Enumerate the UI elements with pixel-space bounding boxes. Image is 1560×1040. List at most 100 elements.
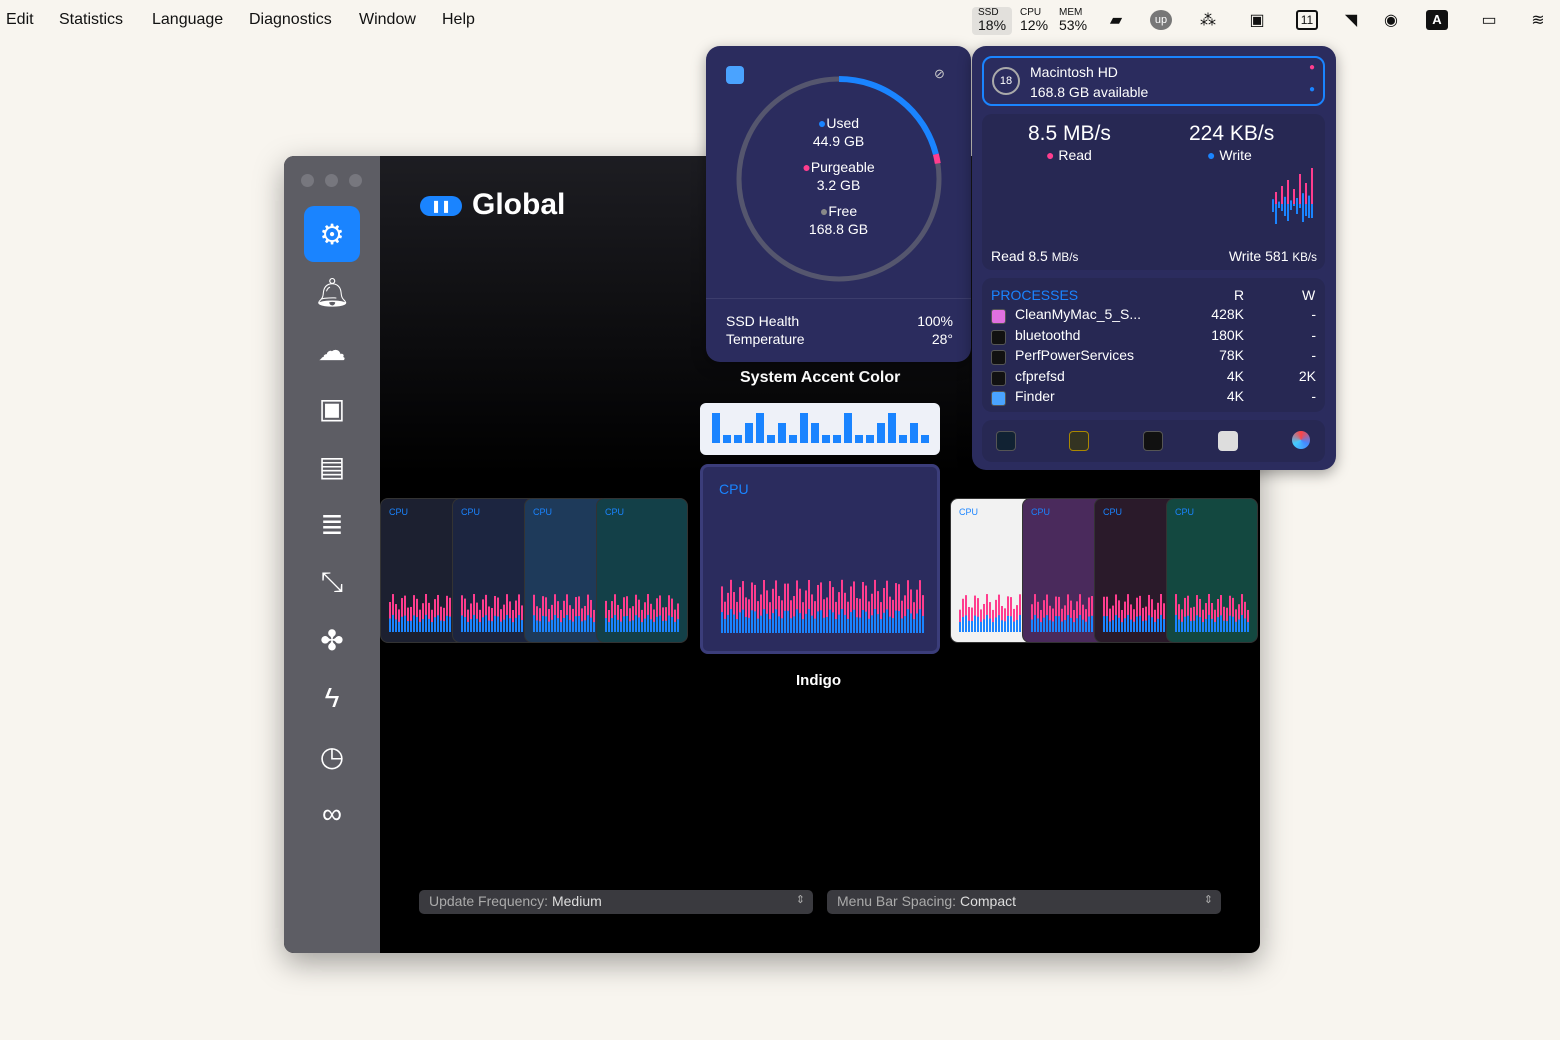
bar: [802, 619, 804, 633]
write-bar: [1302, 204, 1304, 222]
bar: [986, 614, 988, 632]
sidebar-item-network[interactable]: ⤡: [304, 554, 360, 610]
terminal-icon[interactable]: [1143, 431, 1163, 451]
disk-selector[interactable]: 18 Macintosh HD 168.8 GB available ● ●: [982, 56, 1325, 106]
sidebar-item-memory[interactable]: ▤: [304, 438, 360, 494]
bar: [473, 614, 475, 632]
process-write: -: [1311, 347, 1316, 363]
app-up-icon[interactable]: up: [1150, 10, 1172, 30]
disk-utility-icon[interactable]: [1218, 431, 1238, 451]
bar: [1109, 621, 1111, 632]
process-row[interactable]: bluetoothd 180K -: [991, 327, 1316, 347]
read-bar: [1287, 180, 1289, 204]
sidebar-item-clock[interactable]: ◷: [304, 728, 360, 784]
pointer-icon[interactable]: ◥: [1340, 10, 1362, 30]
menu-diagnostics[interactable]: Diagnostics: [249, 11, 332, 29]
sidebar-item-cpu[interactable]: ▣: [304, 380, 360, 436]
bar: [668, 615, 670, 632]
theme-card[interactable]: CPU: [700, 464, 940, 654]
write-bar: [1275, 204, 1277, 224]
ssd-status[interactable]: SSD 18%: [972, 7, 1013, 35]
sidebar-item-fan[interactable]: ✤: [304, 612, 360, 668]
bar: [560, 622, 562, 632]
sidebar-item-battery[interactable]: ϟ: [304, 670, 360, 726]
cpu-status[interactable]: CPU 12%: [1020, 7, 1048, 33]
process-row[interactable]: CleanMyMac_5_S... 428K -: [991, 306, 1316, 326]
accent-bar: [811, 423, 819, 443]
accent-bar: [888, 413, 896, 443]
mem-status[interactable]: MEM 53%: [1059, 7, 1087, 33]
user-icon[interactable]: ◉: [1380, 10, 1402, 30]
bar: [904, 616, 906, 633]
bar: [608, 622, 610, 632]
bar: [922, 615, 924, 633]
ssd-health-label: SSD Health: [726, 313, 800, 329]
bar: [665, 620, 667, 632]
menu-help[interactable]: Help: [442, 11, 475, 29]
sidebar-item-rings[interactable]: ∞: [304, 786, 360, 842]
menu-window[interactable]: Window: [359, 11, 416, 29]
card-label: CPU: [959, 507, 979, 517]
theme-card[interactable]: CPU: [1166, 498, 1258, 643]
read-bar: [1299, 174, 1301, 204]
bar: [1235, 621, 1237, 632]
bar: [892, 618, 894, 633]
bar: [632, 620, 634, 632]
bar: [1178, 619, 1180, 632]
write-bar: [1287, 204, 1289, 221]
read-bar: [1302, 193, 1304, 204]
calendar-icon[interactable]: 11: [1296, 10, 1318, 30]
sidebar-item-bell[interactable]: 🔔︎: [304, 264, 360, 320]
bar: [853, 609, 855, 633]
bar: [850, 612, 852, 633]
sidebar-item-disk[interactable]: ≣: [304, 496, 360, 552]
system-info-icon[interactable]: [1292, 431, 1310, 449]
bar: [829, 609, 831, 633]
display-icon[interactable]: ▰: [1105, 10, 1127, 30]
close-button[interactable]: [301, 174, 314, 187]
process-row[interactable]: Finder 4K -: [991, 388, 1316, 408]
used-value: 44.9 GB: [812, 133, 865, 149]
write-bar: [1284, 204, 1286, 216]
process-row[interactable]: cfprefsd 4K 2K: [991, 368, 1316, 388]
menu-bar-spacing-select[interactable]: Menu Bar Spacing: Compact ⇕: [827, 890, 1221, 914]
sidebar-item-gear[interactable]: ⚙: [304, 206, 360, 262]
console-icon[interactable]: [1069, 431, 1089, 451]
sidebar-item-weather[interactable]: ☁: [304, 322, 360, 378]
accent-bar: [866, 435, 874, 443]
bar: [1208, 614, 1210, 632]
theme-card[interactable]: CPU: [596, 498, 688, 643]
bar: [980, 621, 982, 632]
weather-icon: ☁: [318, 334, 346, 366]
bar: [1232, 616, 1234, 632]
bar: [766, 613, 768, 633]
bar: [416, 617, 418, 632]
input-source-icon[interactable]: A: [1426, 10, 1448, 30]
disk-available: 168.8 GB available: [1030, 84, 1149, 100]
process-row[interactable]: PerfPowerServices 78K -: [991, 347, 1316, 367]
toolbox-icon[interactable]: ▣: [1246, 10, 1268, 30]
bar: [1175, 614, 1177, 632]
bar: [539, 621, 541, 632]
processes-panel: PROCESSES R W CleanMyMac_5_S... 428K - blue…: [982, 278, 1325, 412]
update-frequency-select[interactable]: Update Frequency: Medium ⇕: [419, 890, 813, 914]
menu-edit[interactable]: Edit: [6, 11, 34, 29]
activity-monitor-icon[interactable]: [996, 431, 1016, 451]
menu-statistics[interactable]: Statistics: [59, 11, 123, 29]
free-value: 168.8 GB: [808, 221, 869, 237]
menu-language[interactable]: Language: [152, 11, 223, 29]
bar: [787, 610, 789, 633]
bar: [841, 609, 843, 633]
battery-icon[interactable]: ▭: [1474, 10, 1504, 30]
bar: [1139, 615, 1141, 632]
temperature-value: 28°: [931, 331, 953, 347]
bar: [605, 617, 607, 632]
minimize-button[interactable]: [325, 174, 338, 187]
bar: [968, 620, 970, 632]
dots-icon[interactable]: ⁂: [1197, 10, 1219, 30]
write-bar: [1290, 204, 1292, 210]
wifi-icon[interactable]: ≋: [1527, 10, 1549, 30]
storage-popup: ⊘ ●Used 44.9 GB ●Purgeable 3.2 GB ●Free …: [706, 46, 971, 362]
bar: [389, 618, 391, 632]
zoom-button[interactable]: [349, 174, 362, 187]
